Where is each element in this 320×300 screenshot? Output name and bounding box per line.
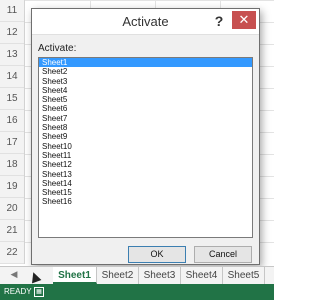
tab-sheet1[interactable]: Sheet1 xyxy=(53,267,97,284)
sheet-tab-bar: ◀ Sheet1 Sheet2 Sheet3 Sheet4 Sheet5 xyxy=(0,266,274,284)
list-item[interactable]: Sheet10 xyxy=(39,142,252,151)
cancel-button[interactable]: Cancel xyxy=(194,246,252,263)
tab-sheet2[interactable]: Sheet2 xyxy=(97,267,139,284)
help-icon[interactable]: ? xyxy=(209,11,229,31)
status-bar: READY ▦ xyxy=(0,284,274,300)
list-item[interactable]: Sheet2 xyxy=(39,67,252,76)
row-header[interactable]: 15 xyxy=(0,88,24,110)
macro-record-icon[interactable]: ▦ xyxy=(34,287,44,297)
list-item[interactable]: Sheet5 xyxy=(39,95,252,104)
list-item[interactable]: Sheet13 xyxy=(39,170,252,179)
ok-button[interactable]: OK xyxy=(128,246,186,263)
row-header[interactable]: 11 xyxy=(0,0,24,22)
status-text: READY xyxy=(4,287,32,296)
list-item[interactable]: Sheet11 xyxy=(39,151,252,160)
activate-dialog: Activate ? ✕ Activate: Sheet1 Sheet2 She… xyxy=(31,8,260,265)
tab-sheet5[interactable]: Sheet5 xyxy=(223,267,265,284)
tab-sheet3[interactable]: Sheet3 xyxy=(139,267,181,284)
row-header[interactable]: 13 xyxy=(0,44,24,66)
scroll-left-icon[interactable]: ◀ xyxy=(8,269,20,280)
row-header[interactable]: 12 xyxy=(0,22,24,44)
row-header[interactable]: 22 xyxy=(0,242,24,264)
sheet-list[interactable]: Sheet1 Sheet2 Sheet3 Sheet4 Sheet5 Sheet… xyxy=(38,57,253,238)
dialog-titlebar[interactable]: Activate ? ✕ xyxy=(32,9,259,35)
row-header[interactable]: 20 xyxy=(0,198,24,220)
list-item[interactable]: Sheet1 xyxy=(39,58,252,68)
list-item[interactable]: Sheet14 xyxy=(39,179,252,188)
list-item[interactable]: Sheet12 xyxy=(39,160,252,169)
list-item[interactable]: Sheet15 xyxy=(39,188,252,197)
row-header[interactable]: 17 xyxy=(0,132,24,154)
list-item[interactable]: Sheet3 xyxy=(39,77,252,86)
list-item[interactable]: Sheet4 xyxy=(39,86,252,95)
list-item[interactable]: Sheet16 xyxy=(39,197,252,206)
list-item[interactable]: Sheet9 xyxy=(39,132,252,141)
row-headers: 11 12 13 14 15 16 17 18 19 20 21 22 xyxy=(0,0,25,264)
row-header[interactable]: 14 xyxy=(0,66,24,88)
list-item[interactable]: Sheet8 xyxy=(39,123,252,132)
sheet-list-label: Activate: xyxy=(38,43,77,54)
list-item[interactable]: Sheet7 xyxy=(39,114,252,123)
row-header[interactable]: 18 xyxy=(0,154,24,176)
row-header[interactable]: 21 xyxy=(0,220,24,242)
row-header[interactable]: 19 xyxy=(0,176,24,198)
tab-sheet4[interactable]: Sheet4 xyxy=(181,267,223,284)
row-header[interactable]: 16 xyxy=(0,110,24,132)
list-item[interactable]: Sheet6 xyxy=(39,104,252,113)
close-icon[interactable]: ✕ xyxy=(232,11,256,29)
